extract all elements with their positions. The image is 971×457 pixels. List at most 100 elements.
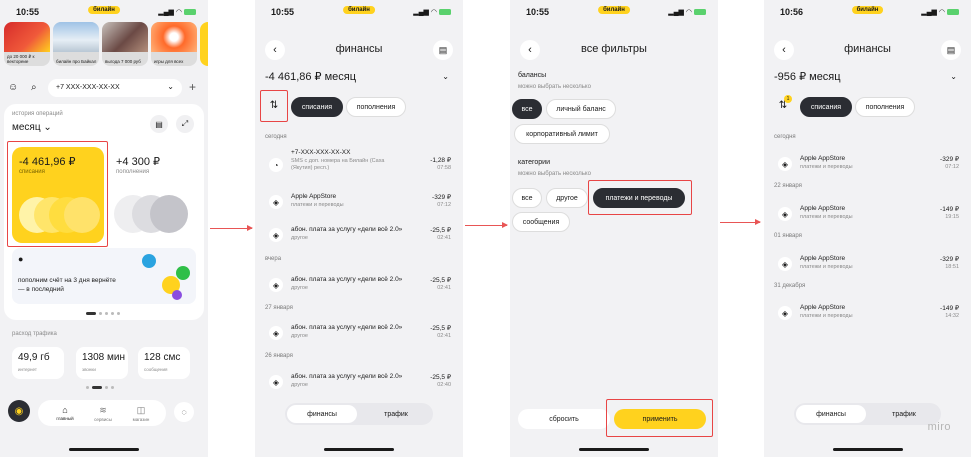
- section-header: 27 января: [265, 305, 293, 311]
- transaction-row[interactable]: ◈ абон. плата за услугу «дели всё 2.0» д…: [263, 322, 455, 348]
- number-selector[interactable]: +7 XXX-XXX-XX-XX ⌄: [48, 79, 182, 97]
- status-time: 10:55: [16, 7, 40, 17]
- categories-hint: можно выбрать несколько: [518, 171, 591, 177]
- expand-icon[interactable]: ⤢: [176, 115, 194, 133]
- tx-amount: -149 ₽: [940, 206, 959, 213]
- transaction-row[interactable]: ◈ абон. плата за услугу «дели всё 2.0» д…: [263, 224, 455, 250]
- tx-subtitle: платежи и переводы: [800, 164, 853, 170]
- traffic-label: расход трафика: [12, 331, 57, 337]
- tx-title: абон. плата за услугу «дели всё 2.0»: [291, 373, 403, 380]
- finance-filtered-screen: 10:56 билайн ▂▄▆ ◠ ‹ финансы ▤ -956 ₽ ме…: [764, 0, 971, 457]
- internet-stat[interactable]: 49,9 гб интернет: [12, 347, 64, 379]
- profile-icon[interactable]: ☺: [8, 82, 18, 93]
- section-header: сегодня: [265, 134, 287, 140]
- tab-services[interactable]: ≋ сервисы: [88, 405, 118, 422]
- apply-button[interactable]: применить: [614, 409, 706, 429]
- transaction-row[interactable]: ◈ Apple AppStore платежи и переводы -329…: [772, 253, 963, 279]
- transaction-row[interactable]: ◈ Apple AppStore платежи и переводы -149…: [772, 203, 963, 229]
- status-bar: 10:55 билайн ▂▄▆ ◠: [255, 0, 463, 22]
- carrier-badge: билайн: [851, 6, 884, 14]
- tab-shop[interactable]: ◫ магазин: [126, 405, 156, 422]
- chip-credit[interactable]: пополнения: [855, 97, 915, 117]
- tx-amount: -1,28 ₽: [430, 157, 451, 164]
- transaction-row[interactable]: ◈ абон. плата за услугу «дели всё 2.0» д…: [263, 371, 455, 397]
- document-icon: ▤: [438, 44, 448, 55]
- section-header: сегодня: [774, 134, 796, 140]
- story-card[interactable]: до 20 000 ₽ к вектореие: [4, 22, 50, 66]
- tx-time: 18:51: [945, 264, 959, 270]
- story-image: [151, 22, 197, 52]
- document-button[interactable]: ▤: [941, 40, 961, 60]
- transaction-row[interactable]: ◔ +7-XXX-XXX-XX-XX SMS с доп. номера на …: [263, 148, 455, 180]
- transaction-row[interactable]: ◈ Apple AppStore платежи и переводы -329…: [263, 191, 455, 217]
- balances-label: балансы: [518, 72, 547, 79]
- category-other-chip[interactable]: другое: [546, 188, 588, 208]
- chevron-down-icon[interactable]: ⌄: [442, 72, 449, 81]
- balance-personal-chip[interactable]: личный баланс: [546, 99, 616, 119]
- story-card[interactable]: выгода 7 000 руб: [102, 22, 148, 66]
- home-indicator: [579, 448, 649, 451]
- home-indicator: [324, 448, 394, 451]
- tx-subtitle: платежи и переводы: [800, 214, 853, 220]
- story-card[interactable]: игры для всех: [151, 22, 197, 66]
- chat-icon[interactable]: ◌: [174, 402, 194, 422]
- category-all-chip[interactable]: все: [512, 188, 542, 208]
- tx-time: 02:41: [437, 333, 451, 339]
- add-icon[interactable]: +: [189, 80, 196, 94]
- category-messages-chip[interactable]: сообщения: [512, 212, 570, 232]
- period-amount[interactable]: -956 ₽ месяц: [774, 70, 841, 83]
- chip-credit[interactable]: пополнения: [346, 97, 406, 117]
- document-icon[interactable]: ▤: [150, 115, 168, 133]
- promo-banner[interactable]: ● пополним счёт на 3 дня вернёте — в пос…: [12, 248, 196, 304]
- tx-time: 02:41: [437, 235, 451, 241]
- chevron-down-icon: ⌄: [167, 82, 174, 91]
- period-selector[interactable]: месяц ⌄: [12, 122, 52, 133]
- tx-amount: -329 ₽: [940, 256, 959, 263]
- tab-label: сервисы: [94, 417, 112, 422]
- filter-button[interactable]: ⇅: [265, 97, 283, 115]
- battery-icon: [439, 9, 451, 15]
- home-indicator: [69, 448, 139, 451]
- tx-title: Apple AppStore: [800, 255, 846, 262]
- calls-stat[interactable]: 1308 мин звонки: [76, 347, 128, 379]
- chip-debit[interactable]: списания: [291, 97, 343, 117]
- segment-finance[interactable]: финансы: [287, 405, 357, 423]
- story-image: [4, 22, 50, 52]
- tab-label: главный: [56, 416, 74, 421]
- segment-traffic[interactable]: трафик: [361, 405, 431, 423]
- transaction-row[interactable]: ◈ абон. плата за услугу «дели всё 2.0» д…: [263, 274, 455, 300]
- tab-main[interactable]: ⌂ главный: [50, 405, 80, 421]
- spend-card[interactable]: -4 461,96 ₽ списания: [12, 147, 104, 243]
- section-header: 22 января: [774, 183, 802, 189]
- sms-stat[interactable]: 128 смс сообщения: [138, 347, 190, 379]
- transaction-row[interactable]: ◈ Apple AppStore платежи и переводы -329…: [772, 153, 963, 179]
- stat-value: 49,9 гб: [18, 352, 50, 363]
- tx-title: Apple AppStore: [291, 193, 337, 200]
- reset-button[interactable]: сбросить: [518, 409, 610, 429]
- tx-title: Apple AppStore: [800, 205, 846, 212]
- tx-amount: -25,5 ₽: [430, 325, 451, 332]
- filter-button[interactable]: ⇅ 1: [774, 95, 792, 115]
- story-card[interactable]: билайн про Байкал: [53, 22, 99, 66]
- category-payments-chip[interactable]: платежи и переводы: [593, 188, 685, 208]
- tx-time: 07:12: [437, 202, 451, 208]
- appstore-icon: ◈: [778, 306, 792, 320]
- transaction-row[interactable]: ◈ Apple AppStore платежи и переводы -149…: [772, 302, 963, 328]
- document-button[interactable]: ▤: [433, 40, 453, 60]
- bag-icon: ◫: [136, 405, 146, 415]
- history-label: история операций: [12, 111, 63, 117]
- topup-card[interactable]: +4 300 ₽ пополнения: [110, 147, 196, 243]
- tx-amount: -149 ₽: [940, 305, 959, 312]
- chip-debit[interactable]: списания: [800, 97, 852, 117]
- nav-bar: ‹ финансы ▤: [764, 40, 971, 60]
- period-amount[interactable]: -4 461,86 ₽ месяц: [265, 70, 356, 83]
- search-icon[interactable]: ⌕: [31, 82, 37, 93]
- chevron-down-icon[interactable]: ⌄: [950, 72, 957, 81]
- layers-icon: ◈: [269, 278, 283, 292]
- flow-arrow: [465, 222, 508, 228]
- balance-all-chip[interactable]: все: [512, 99, 542, 119]
- tx-subtitle: платежи и переводы: [800, 264, 853, 270]
- balance-corporate-chip[interactable]: корпоративный лимит: [514, 124, 610, 144]
- beeline-button[interactable]: ◉: [8, 400, 30, 422]
- segment-finance[interactable]: финансы: [796, 405, 866, 423]
